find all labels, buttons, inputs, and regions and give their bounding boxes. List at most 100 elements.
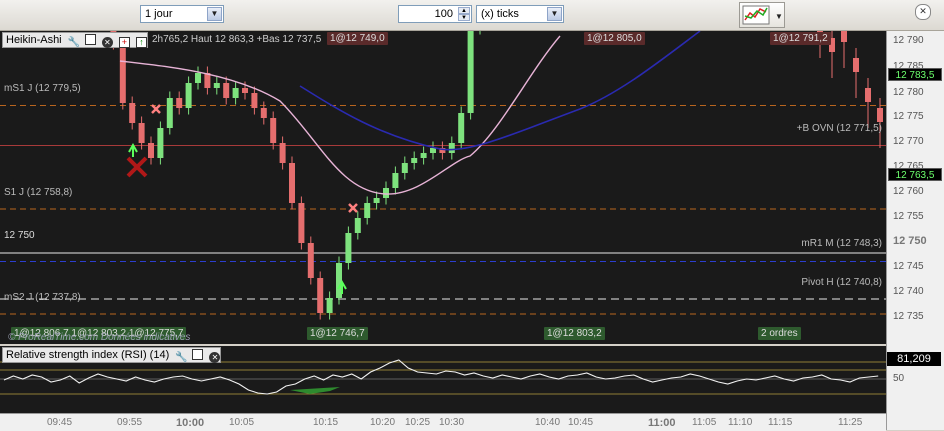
candle-body — [430, 148, 436, 153]
period-select[interactable]: 1 jour ▼ — [140, 5, 224, 23]
time-tick: 10:40 — [535, 417, 561, 428]
time-tick: 10:05 — [229, 417, 255, 428]
price-tick: 12 790 — [893, 35, 924, 46]
maximize-icon[interactable] — [192, 349, 204, 360]
candle-body — [392, 173, 399, 188]
time-tick: 11:00 — [648, 417, 676, 429]
candle-body — [251, 93, 258, 108]
units-type-value: (x) ticks — [481, 8, 519, 20]
candle-body — [176, 98, 183, 108]
price-tick: 12 735 — [893, 311, 924, 322]
candle-body — [148, 143, 154, 158]
level-label: mS2 J (12 737,8) — [4, 292, 81, 303]
chart-type-icon: ▼ — [742, 5, 783, 25]
toolbar: 1 jour ▼ 100 ▲ ▼ (x) ticks ▼ ▼ ✕ — [0, 0, 944, 31]
time-tick: 09:45 — [47, 417, 73, 428]
price-tick: 12 780 — [893, 87, 924, 98]
time-tick: 11:05 — [692, 417, 717, 428]
time-tick: 10:00 — [176, 417, 205, 429]
order-tag[interactable]: 1@12 749,0 — [327, 32, 388, 45]
candle-body — [260, 108, 267, 118]
close-window-icon[interactable]: ✕ — [915, 4, 931, 20]
price-chart[interactable]: Heikin-Ashi 🔧 ✕ + ↑ 2h765,2 Haut 12 863,… — [0, 31, 886, 344]
stop-cross-icon — [126, 156, 148, 178]
order-tag[interactable]: 1@12 803,2 — [544, 327, 605, 340]
candle-body — [458, 113, 465, 143]
candle-body — [289, 163, 295, 203]
order-tag[interactable]: 2 ordres — [758, 327, 801, 340]
chevron-down-icon[interactable]: ▼ — [207, 7, 222, 21]
time-tick: 11:25 — [838, 417, 863, 428]
candle-body — [420, 153, 427, 158]
units-stepper[interactable]: ▲ ▼ — [458, 7, 470, 21]
wrench-icon[interactable]: 🔧 — [175, 351, 187, 363]
ohlc-info: 2h765,2 Haut 12 863,3 +Bas 12 737,5 — [152, 34, 322, 45]
price-chart-canvas — [0, 31, 886, 320]
rsi-panel-header: Relative strength index (RSI) (14) 🔧 ✕ — [2, 347, 222, 363]
moving-average-fast — [119, 35, 561, 195]
candle-body — [307, 243, 314, 278]
time-tick: 09:55 — [117, 417, 143, 428]
rsi-level-label: 50 — [893, 373, 905, 384]
exit-cross-icon — [348, 203, 358, 213]
wrench-icon[interactable]: 🔧 — [68, 36, 80, 48]
order-tag[interactable]: 1@12 805,0 — [584, 32, 645, 45]
candle-body — [467, 31, 474, 113]
candle-body — [119, 43, 126, 103]
candle-body — [204, 73, 211, 88]
watermark: © ProRealTime.com Données indicatives — [8, 332, 191, 343]
price-tick: 12 750 — [893, 235, 927, 247]
price-tick: 12 760 — [893, 186, 924, 197]
price-tick: 12 755 — [893, 211, 924, 222]
candle-body — [232, 88, 239, 98]
arrow-up-icon[interactable]: ↑ — [135, 37, 147, 48]
chevron-down-icon[interactable]: ▼ — [547, 7, 562, 21]
period-value: 1 jour — [145, 8, 173, 20]
time-tick: 11:10 — [728, 417, 753, 428]
candle-body — [195, 73, 201, 83]
candle-body — [383, 188, 389, 198]
candle-body — [242, 88, 248, 93]
price-axis[interactable]: 12 790 12 785 12 780 12 775 12 770 12 76… — [886, 31, 944, 430]
time-tick: 10:45 — [568, 417, 594, 428]
level-label: 12 750 — [4, 230, 35, 241]
units-type-select[interactable]: (x) ticks ▼ — [476, 5, 564, 23]
candle-body — [157, 128, 164, 158]
price-tick: 12 740 — [893, 286, 924, 297]
time-tick: 10:15 — [313, 417, 339, 428]
price-tick: 12 775 — [893, 111, 924, 122]
candle-body — [373, 198, 380, 203]
rsi-oversold-fill — [290, 387, 340, 394]
level-label: mS1 J (12 779,5) — [4, 83, 81, 94]
buy-arrow-icon — [128, 142, 138, 157]
rsi-chart[interactable]: Relative strength index (RSI) (14) 🔧 ✕ — [0, 346, 886, 413]
candle-body — [279, 143, 286, 163]
order-tag[interactable]: 1@12 746,7 — [307, 327, 368, 340]
svg-text:▼: ▼ — [775, 12, 783, 21]
level-label: Pivot H (12 740,8) — [801, 277, 882, 288]
stepper-up-icon[interactable]: ▲ — [458, 7, 470, 14]
candle-body — [213, 83, 220, 88]
rsi-panel-title: Relative strength index (RSI) (14) — [6, 349, 170, 361]
candle-body — [298, 203, 305, 243]
candle-body — [411, 158, 418, 163]
maximize-icon[interactable] — [84, 34, 96, 45]
candle-body — [326, 298, 333, 313]
chart-type-button[interactable]: ▼ — [739, 2, 785, 28]
level-label: mR1 M (12 748,3) — [801, 238, 882, 249]
close-icon[interactable]: ✕ — [101, 37, 113, 48]
time-tick: 10:25 — [405, 417, 431, 428]
moving-average-slow — [299, 31, 701, 151]
order-tag[interactable]: 1@12 791,2 — [770, 32, 831, 45]
stepper-down-icon[interactable]: ▼ — [458, 14, 470, 21]
candle-body — [185, 83, 192, 108]
add-indicator-icon[interactable]: + — [118, 37, 130, 48]
close-icon[interactable]: ✕ — [209, 352, 221, 363]
time-tick: 11:15 — [768, 417, 793, 428]
candle-body — [354, 218, 361, 233]
candle-body — [401, 163, 408, 173]
rsi-line — [3, 359, 879, 395]
units-input[interactable]: 100 ▲ ▼ — [398, 5, 472, 23]
price-tick: 12 745 — [893, 261, 924, 272]
candle-body — [448, 143, 455, 153]
